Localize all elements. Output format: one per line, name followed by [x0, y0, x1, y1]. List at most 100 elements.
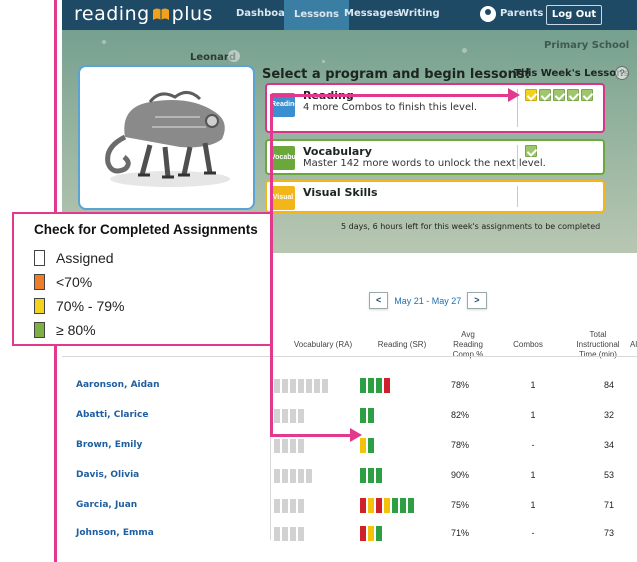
legend-swatch [34, 250, 45, 266]
vocabulary-progress[interactable] [274, 409, 304, 423]
checkmark-icon [567, 89, 579, 101]
vocabulary-progress[interactable] [274, 469, 312, 483]
student-name-link[interactable]: Davis, Olivia [76, 470, 139, 480]
assignment-block [376, 378, 382, 393]
vocabulary-progress[interactable] [274, 379, 328, 393]
name-settings-icon[interactable] [228, 50, 240, 62]
combos-count: 1 [530, 410, 536, 420]
instructional-time: 53 [603, 470, 614, 480]
header-line: Instructional [576, 340, 620, 349]
reading-progress[interactable] [360, 378, 390, 393]
assignment-block [368, 438, 374, 453]
legend-label: 70% - 79% [56, 298, 125, 314]
legend-label: <70% [56, 274, 93, 290]
column-header-clipped[interactable]: Al [630, 340, 637, 350]
program-name: Visual Skills [303, 186, 378, 199]
vocabulary-progress[interactable] [274, 439, 304, 453]
checkmark-icon [581, 89, 593, 101]
column-header-vocabulary[interactable]: Vocabulary (RA) [283, 340, 363, 350]
previous-week-button[interactable]: < [369, 292, 389, 309]
weekly-lessons-heading: This Week's Lessons [514, 68, 630, 79]
assignment-block [368, 468, 374, 483]
instructional-time: 71 [603, 500, 614, 510]
program-description: Master 142 more words to unlock the next… [303, 158, 546, 169]
assignment-block [282, 499, 288, 513]
assignment-block [290, 379, 296, 393]
column-header-reading[interactable]: Reading (SR) [369, 340, 435, 350]
checkmark-icon [539, 89, 551, 101]
top-navigation-bar: reading plus Dashboard Lessons Messages W… [62, 0, 637, 30]
student-name-link[interactable]: Brown, Emily [76, 440, 142, 450]
assignment-block [274, 469, 280, 483]
assignment-block [282, 469, 288, 483]
table-row: Garcia, Juan 75% 1 71 [62, 496, 637, 516]
reading-plus-logo[interactable]: reading plus [74, 3, 213, 25]
assignment-block [368, 408, 374, 423]
combos-count: 1 [530, 470, 536, 480]
assignment-block [274, 499, 280, 513]
program-card-vocabulary[interactable]: Vocabulary Vocabulary Master 142 more wo… [265, 139, 605, 175]
header-line: Reading [453, 340, 483, 349]
assignment-block [298, 379, 304, 393]
vocabulary-progress[interactable] [274, 499, 304, 513]
assignment-block [298, 469, 304, 483]
column-header-combos[interactable]: Combos [505, 340, 551, 350]
combos-count: 1 [530, 500, 536, 510]
legend-callout: Check for Completed Assignments Assigned… [12, 212, 272, 346]
assignment-block [274, 439, 280, 453]
student-name-link[interactable]: Johnson, Emma [76, 528, 154, 538]
reading-progress[interactable] [360, 408, 374, 423]
assignment-block [368, 526, 374, 541]
student-name-link[interactable]: Abatti, Clarice [76, 410, 148, 420]
parents-user-icon[interactable] [480, 6, 496, 22]
legend-swatch [34, 322, 45, 338]
header-line: Avg [461, 330, 475, 339]
deadline-text: 5 days, 6 hours left for this week's ass… [341, 222, 601, 231]
arrow-head-icon [350, 428, 362, 442]
avg-reading-comp: 78% [450, 440, 469, 450]
assignment-block [376, 498, 382, 513]
assignment-block [290, 439, 296, 453]
student-name-link[interactable]: Aaronson, Aidan [76, 380, 160, 390]
logout-button[interactable]: Log Out [546, 5, 602, 25]
assignment-block [360, 408, 366, 423]
reading-progress[interactable] [360, 526, 382, 541]
program-card-reading[interactable]: Reading Reading 4 more Combos to finish … [265, 83, 605, 133]
program-card-visual-skills[interactable]: Visual Visual Skills [265, 180, 605, 213]
next-week-button[interactable]: > [467, 292, 487, 309]
avg-reading-comp: 78% [450, 380, 469, 390]
checkmark-icon [553, 89, 565, 101]
avg-reading-comp: 75% [450, 500, 469, 510]
week-range: May 21 - May 27 [394, 295, 462, 306]
assignment-block [360, 468, 366, 483]
nav-messages[interactable]: Messages [344, 8, 399, 19]
assignment-block [360, 526, 366, 541]
assignment-block [376, 468, 382, 483]
week-selector: < May 21 - May 27 > [369, 292, 487, 309]
assignment-block [360, 378, 366, 393]
assignment-block [400, 498, 406, 513]
header-line: Comp % [452, 350, 484, 359]
nav-lessons[interactable]: Lessons [284, 0, 349, 30]
assignment-block [368, 498, 374, 513]
student-name-link[interactable]: Garcia, Juan [76, 500, 137, 510]
assignment-block [314, 379, 320, 393]
help-icon[interactable]: ? [615, 66, 629, 80]
reading-progress[interactable] [360, 498, 414, 513]
assignment-block [408, 498, 414, 513]
combos-count: - [531, 528, 535, 538]
reading-progress[interactable] [360, 438, 374, 453]
avatar-image [78, 65, 255, 210]
assignment-block [298, 409, 304, 423]
reading-week-checks [525, 89, 593, 101]
school-name: Primary School [544, 40, 630, 51]
nav-writing[interactable]: Writing [398, 8, 440, 19]
assignment-block [274, 409, 280, 423]
arrow-head-icon [508, 88, 520, 102]
annotation-line [54, 346, 57, 562]
nav-parents[interactable]: Parents [500, 8, 543, 19]
reading-progress[interactable] [360, 468, 382, 483]
vocabulary-progress[interactable] [274, 527, 304, 541]
instructional-time: 73 [603, 528, 614, 538]
instructional-time: 34 [603, 440, 614, 450]
